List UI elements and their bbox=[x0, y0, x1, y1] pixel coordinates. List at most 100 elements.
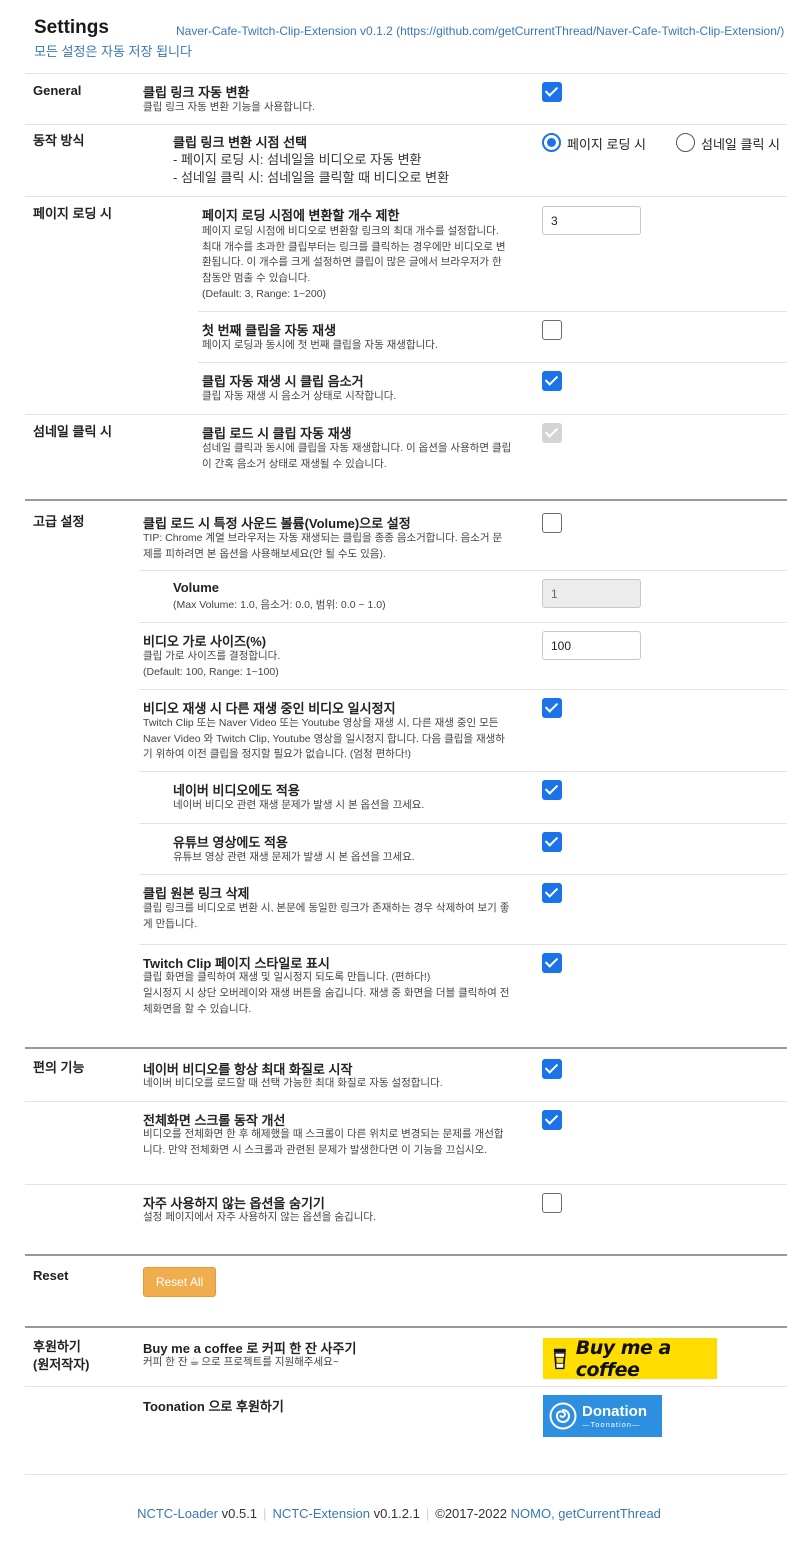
link-convert-checkbox[interactable] bbox=[542, 82, 562, 102]
extension-repo-link[interactable]: Naver-Cafe-Twitch-Clip-Extension v0.1.2 … bbox=[176, 24, 784, 38]
volume-set-checkbox[interactable] bbox=[542, 513, 562, 533]
twitch-style-desc-1: 클립 화면을 클릭하여 재생 및 일시정지 되도록 만듭니다. (편하다!) bbox=[143, 971, 431, 983]
autoplay-mute-title: 클립 자동 재생 시 클립 음소거 bbox=[202, 374, 364, 389]
divider bbox=[25, 124, 787, 125]
footer-separator: | bbox=[425, 1506, 430, 1521]
remove-link-title: 클립 원본 링크 삭제 bbox=[143, 886, 250, 901]
apply-youtube-desc: 유튜브 영상 관련 재생 문제가 발생 시 본 옵션을 끄세요. bbox=[173, 851, 415, 863]
autosave-note: 모든 설정은 자동 저장 됩니다 bbox=[34, 44, 192, 59]
divider bbox=[25, 73, 787, 74]
pause-others-desc: Twitch Clip 또는 Naver Video 또는 Youtube 영상… bbox=[143, 717, 505, 760]
divider bbox=[139, 944, 787, 945]
section-thumb-click-label: 섬네일 클릭 시 bbox=[33, 424, 112, 439]
apply-youtube-checkbox[interactable] bbox=[542, 832, 562, 852]
divider bbox=[139, 689, 787, 690]
section-page-loading-label: 페이지 로딩 시 bbox=[33, 206, 112, 221]
footer-divider bbox=[25, 1474, 787, 1475]
video-width-default: (Default: 100, Range: 1~100) bbox=[143, 666, 279, 678]
divider bbox=[139, 823, 787, 824]
bmc-desc-before: 커피 한 잔 bbox=[143, 1356, 188, 1368]
bmc-desc: 커피 한 잔 ☕ 으로 프로젝트를 지원해주세요~ bbox=[143, 1355, 339, 1371]
buy-me-a-coffee-button[interactable]: Buy me a coffee bbox=[543, 1336, 717, 1381]
autoplay-first-checkbox[interactable] bbox=[542, 320, 562, 340]
thumb-autoplay-desc: 섬네일 클릭과 동시에 클립을 자동 재생합니다. 이 옵션을 사용하면 클립이… bbox=[202, 442, 512, 470]
divider bbox=[198, 311, 787, 312]
volume-set-desc: TIP: Chrome 계열 브라우저는 자동 재생되는 클립을 종종 음소거합… bbox=[143, 532, 503, 560]
volume-set-title: 클립 로드 시 특정 사운드 볼륨(Volume)으로 설정 bbox=[143, 516, 411, 531]
divider bbox=[25, 196, 787, 197]
radio-thumbnail-click[interactable] bbox=[676, 133, 695, 152]
pause-others-checkbox[interactable] bbox=[542, 698, 562, 718]
section-divider bbox=[25, 499, 787, 501]
section-reset-label: Reset bbox=[33, 1268, 69, 1283]
video-width-desc: 클립 가로 사이즈를 결정합니다. bbox=[143, 650, 281, 662]
footer-extension-version: v0.1.2.1 bbox=[373, 1506, 420, 1521]
thumb-autoplay-checkbox[interactable] bbox=[542, 423, 562, 443]
remove-link-desc: 클립 링크를 비디오로 변환 시, 본문에 동일한 링크가 존재하는 경우 삭제… bbox=[143, 902, 510, 930]
coffee-cup-icon bbox=[553, 1348, 566, 1369]
twitch-style-desc-2: 일시정지 시 상단 오버레이와 재생 버튼을 숨깁니다. 재생 중 화면을 더블… bbox=[143, 987, 510, 1015]
bmc-badge-text: Buy me a coffee bbox=[575, 1336, 672, 1381]
section-convenience-label: 편의 기능 bbox=[33, 1060, 85, 1075]
convert-timing-desc-1: - 페이지 로딩 시: 섬네일을 비디오로 자동 변환 bbox=[173, 152, 422, 167]
footer-loader-link[interactable]: NCTC-Loader bbox=[137, 1506, 218, 1521]
divider bbox=[25, 1101, 787, 1102]
toonation-donation-button[interactable]: Donation —Toonation— bbox=[543, 1395, 662, 1437]
autoplay-first-desc: 페이지 로딩과 동시에 첫 번째 클립을 자동 재생합니다. bbox=[202, 339, 438, 351]
page-title: Settings bbox=[34, 17, 109, 38]
volume-input[interactable] bbox=[542, 579, 641, 608]
fullscreen-scroll-checkbox[interactable] bbox=[542, 1110, 562, 1130]
apply-naver-desc: 네이버 비디오 관련 재생 문제가 발생 시 본 옵션을 끄세요. bbox=[173, 799, 425, 811]
section-mode-label: 동작 방식 bbox=[33, 133, 85, 148]
footer-loader-version: v0.5.1 bbox=[221, 1506, 258, 1521]
limit-default: (Default: 3, Range: 1~200) bbox=[202, 288, 327, 300]
radio-page-loading[interactable] bbox=[542, 133, 561, 152]
limit-input[interactable] bbox=[542, 206, 641, 235]
video-width-input[interactable] bbox=[542, 631, 641, 660]
apply-youtube-title: 유튜브 영상에도 적용 bbox=[173, 835, 288, 850]
footer-extension-link[interactable]: NCTC-Extension bbox=[272, 1506, 370, 1521]
hide-rare-checkbox[interactable] bbox=[542, 1193, 562, 1213]
naver-max-quality-checkbox[interactable] bbox=[542, 1059, 562, 1079]
pause-others-title: 비디오 재생 시 다른 재생 중인 비디오 일시정지 bbox=[143, 701, 396, 716]
section-support-line1: 후원하기 bbox=[33, 1339, 81, 1354]
autoplay-mute-checkbox[interactable] bbox=[542, 371, 562, 391]
coffee-emoji-icon: ☕ bbox=[189, 1356, 200, 1368]
section-support-label: 후원하기 (원저작자) bbox=[33, 1338, 90, 1374]
fullscreen-scroll-desc: 비디오를 전체화면 한 후 해제했을 때 스크롤이 다른 위치로 변경되는 문제… bbox=[143, 1128, 504, 1156]
radio-thumbnail-click-label[interactable]: 섬네일 클릭 시 bbox=[701, 134, 780, 153]
toonation-badge-text: Donation bbox=[582, 1402, 647, 1420]
volume-desc: (Max Volume: 1.0, 음소거: 0.0, 범위: 0.0 ~ 1.… bbox=[173, 599, 386, 611]
footer-copyright: ©2017-2022 bbox=[435, 1506, 507, 1521]
footer: NCTC-Loader v0.5.1 | NCTC-Extension v0.1.2… bbox=[0, 1506, 798, 1521]
bmc-desc-after: 으로 프로젝트를 지원해주세요~ bbox=[201, 1356, 339, 1368]
autoplay-mute-desc: 클립 자동 재생 시 음소거 상태로 시작합니다. bbox=[202, 390, 397, 402]
video-width-title: 비디오 가로 사이즈(%) bbox=[143, 634, 267, 649]
naver-max-quality-desc: 네이버 비디오를 로드할 때 선택 가능한 최대 화질로 자동 설정합니다. bbox=[143, 1077, 443, 1089]
limit-desc: 페이지 로딩 시점에 비디오로 변환할 링크의 최대 개수를 설정합니다. 최대… bbox=[202, 225, 506, 284]
toonation-badge-subtext: —Toonation— bbox=[582, 1419, 641, 1429]
convert-timing-title: 클립 링크 변환 시점 선택 bbox=[173, 135, 308, 150]
apply-naver-title: 네이버 비디오에도 적용 bbox=[173, 783, 300, 798]
remove-link-checkbox[interactable] bbox=[542, 883, 562, 903]
section-divider bbox=[25, 1326, 787, 1328]
divider bbox=[139, 771, 787, 772]
convert-timing-desc-2: - 섬네일 클릭 시: 섬네일을 클릭할 때 비디오로 변환 bbox=[173, 170, 450, 185]
apply-naver-checkbox[interactable] bbox=[542, 780, 562, 800]
section-support-line2: (원저작자) bbox=[33, 1357, 90, 1372]
limit-title: 페이지 로딩 시점에 변환할 개수 제한 bbox=[202, 208, 400, 223]
thumb-autoplay-title: 클립 로드 시 클립 자동 재생 bbox=[202, 426, 352, 441]
section-divider bbox=[25, 1254, 787, 1256]
divider bbox=[139, 622, 787, 623]
link-convert-title: 클립 링크 자동 변환 bbox=[143, 85, 250, 100]
divider bbox=[25, 414, 787, 415]
divider bbox=[198, 362, 787, 363]
divider bbox=[139, 874, 787, 875]
section-divider bbox=[25, 1047, 787, 1049]
link-convert-desc: 클립 링크 자동 변환 기능을 사용합니다. bbox=[143, 101, 316, 113]
twitch-style-checkbox[interactable] bbox=[542, 953, 562, 973]
toonation-title: Toonation 으로 후원하기 bbox=[143, 1399, 284, 1414]
footer-authors-link[interactable]: NOMO, getCurrentThread bbox=[511, 1506, 661, 1521]
radio-page-loading-label[interactable]: 페이지 로딩 시 bbox=[567, 134, 646, 153]
reset-all-button[interactable]: Reset All bbox=[143, 1267, 216, 1297]
